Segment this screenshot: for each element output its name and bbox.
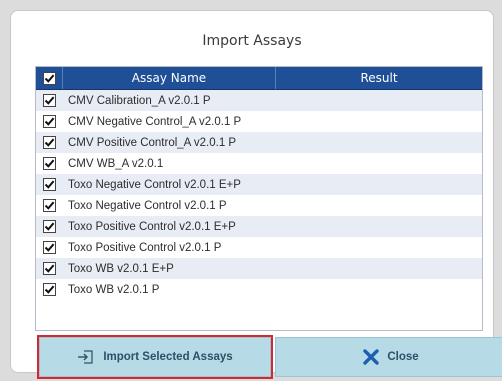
table-row[interactable]: CMV Positive Control_A v2.0.1 P: [36, 132, 482, 153]
row-checkbox-cell: [36, 178, 62, 191]
row-checkbox[interactable]: [42, 136, 56, 149]
check-icon: [44, 180, 54, 189]
table-row[interactable]: CMV Calibration_A v2.0.1 P: [36, 90, 482, 111]
check-icon: [44, 285, 54, 294]
table-row[interactable]: CMV Negative Control_A v2.0.1 P: [36, 111, 482, 132]
assay-name-cell: Toxo Positive Control v2.0.1 E+P: [68, 220, 236, 233]
assay-name-cell: CMV Calibration_A v2.0.1 P: [68, 94, 211, 107]
check-icon: [44, 74, 54, 83]
import-icon: [77, 349, 95, 365]
assay-name-cell: CMV Positive Control_A v2.0.1 P: [68, 136, 237, 149]
row-checkbox[interactable]: [42, 157, 56, 170]
check-icon: [44, 96, 54, 105]
check-icon: [44, 222, 54, 231]
assay-name-cell: Toxo Positive Control v2.0.1 P: [68, 241, 222, 254]
table-header: Assay Name Result: [36, 67, 482, 90]
row-checkbox[interactable]: [42, 199, 56, 212]
row-checkbox[interactable]: [42, 262, 56, 275]
select-all-checkbox[interactable]: [42, 71, 56, 85]
row-checkbox-cell: [36, 157, 62, 170]
row-checkbox-cell: [36, 115, 62, 128]
import-assays-dialog: Import Assays Assay Name Result CMV Cali…: [10, 10, 502, 379]
table-row[interactable]: Toxo Positive Control v2.0.1 E+P: [36, 216, 482, 237]
row-checkbox-cell: [36, 199, 62, 212]
assay-name-cell: CMV WB_A v2.0.1: [68, 157, 164, 170]
close-button-label: Close: [387, 351, 419, 363]
import-button-label: Import Selected Assays: [103, 351, 233, 363]
column-header-assay-name[interactable]: Assay Name: [63, 67, 276, 89]
import-selected-assays-button[interactable]: Import Selected Assays: [37, 335, 273, 379]
assay-table: Assay Name Result CMV Calibration_A v2.0…: [35, 66, 483, 331]
dialog-title: Import Assays: [202, 33, 302, 49]
row-checkbox-cell: [36, 94, 62, 107]
select-all-cell: [36, 67, 63, 89]
table-row[interactable]: Toxo Negative Control v2.0.1 P: [36, 195, 482, 216]
assay-name-cell: Toxo WB v2.0.1 P: [68, 283, 160, 296]
table-row[interactable]: CMV WB_A v2.0.1: [36, 153, 482, 174]
row-checkbox-cell: [36, 220, 62, 233]
row-checkbox[interactable]: [42, 94, 56, 107]
assay-name-cell: Toxo WB v2.0.1 E+P: [68, 262, 174, 275]
check-icon: [44, 138, 54, 147]
row-checkbox-cell: [36, 262, 62, 275]
table-body: CMV Calibration_A v2.0.1 P CMV Negative C…: [36, 90, 482, 300]
table-row[interactable]: Toxo WB v2.0.1 E+P: [36, 258, 482, 279]
table-row[interactable]: Toxo WB v2.0.1 P: [36, 279, 482, 300]
row-checkbox[interactable]: [42, 220, 56, 233]
row-checkbox-cell: [36, 241, 62, 254]
row-checkbox[interactable]: [42, 178, 56, 191]
row-checkbox[interactable]: [42, 283, 56, 296]
close-x-icon: [363, 349, 380, 365]
column-header-result[interactable]: Result: [276, 67, 482, 89]
close-button[interactable]: Close: [275, 337, 502, 377]
check-icon: [44, 159, 54, 168]
assay-name-cell: Toxo Negative Control v2.0.1 P: [68, 199, 227, 212]
assay-name-cell: CMV Negative Control_A v2.0.1 P: [68, 115, 242, 128]
table-row[interactable]: Toxo Positive Control v2.0.1 P: [36, 237, 482, 258]
check-icon: [44, 243, 54, 252]
assay-name-cell: Toxo Negative Control v2.0.1 E+P: [68, 178, 241, 191]
row-checkbox[interactable]: [42, 241, 56, 254]
row-checkbox[interactable]: [42, 115, 56, 128]
check-icon: [44, 117, 54, 126]
row-checkbox-cell: [36, 136, 62, 149]
check-icon: [44, 201, 54, 210]
check-icon: [44, 264, 54, 273]
row-checkbox-cell: [36, 283, 62, 296]
table-row[interactable]: Toxo Negative Control v2.0.1 E+P: [36, 174, 482, 195]
